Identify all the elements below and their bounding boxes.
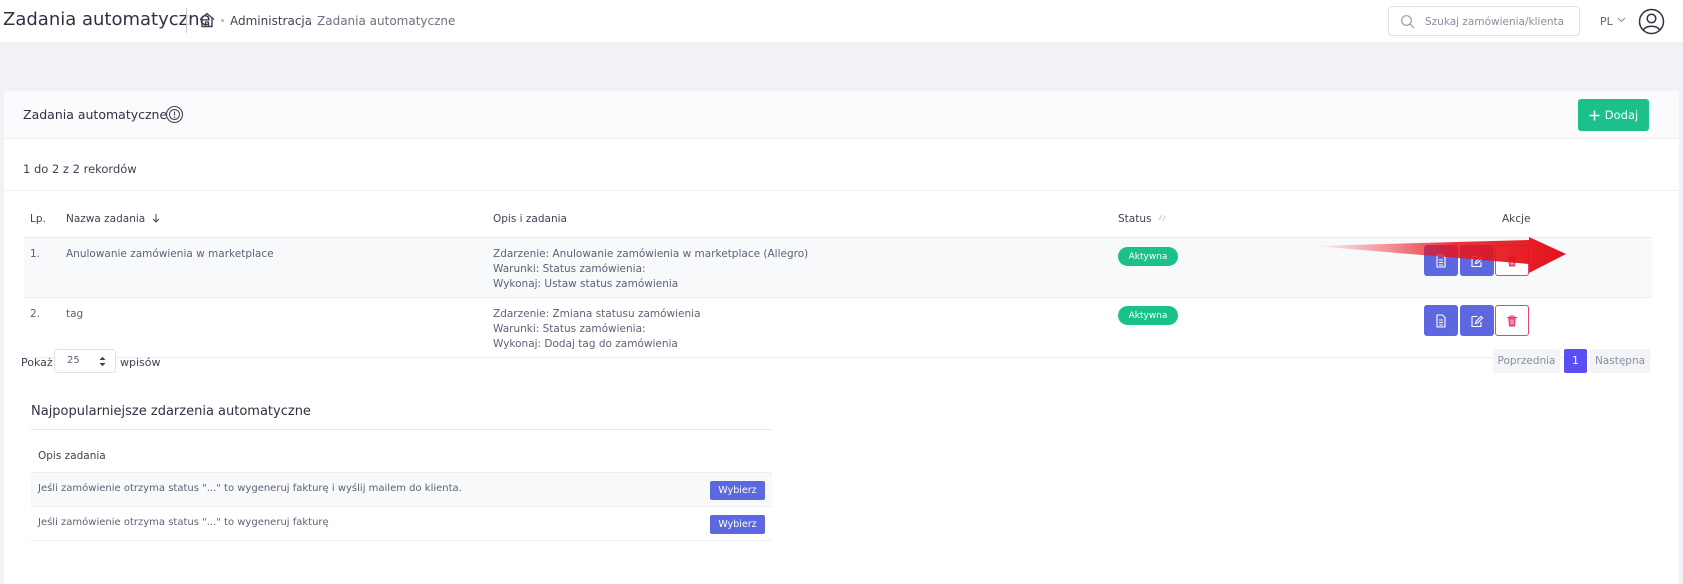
table-row: 2. tag Zdarzenie: Zmiana statusu zamówie… [24, 298, 1652, 358]
choose-button[interactable]: Wybierz [710, 481, 765, 500]
plus-icon [1589, 110, 1600, 120]
add-task-button[interactable]: Dodaj [1578, 99, 1649, 131]
popular-events-title: Najpopularniejsze zdarzenia automatyczne [31, 404, 311, 419]
delete-button[interactable] [1495, 305, 1529, 336]
task-description: Zdarzenie: Zmiana statusu zamówienia War… [493, 307, 701, 352]
pagination-next[interactable]: Następna [1590, 349, 1650, 373]
home-icon[interactable] [198, 11, 216, 29]
status-badge: Aktywna [1118, 306, 1178, 325]
page-size-select[interactable]: 25 [54, 349, 116, 373]
task-conditions: Warunki: Status zamówienia: [493, 263, 646, 275]
column-header-status[interactable]: Status [1118, 213, 1167, 225]
pagination-previous[interactable]: Poprzednia [1493, 349, 1560, 373]
breadcrumb-administracja[interactable]: Administracja [230, 14, 312, 28]
breadcrumb-current: Zadania automatyczne [317, 14, 456, 28]
page-size-suffix: wpisów [120, 356, 161, 369]
automatic-tasks-card: Zadania automatyczne Dodaj 1 do 2 z 2 re… [4, 91, 1679, 584]
breadcrumb-separator [308, 19, 311, 22]
task-action: Wykonaj: Ustaw status zamówienia [493, 278, 679, 290]
row-number: 1. [30, 248, 41, 260]
column-header-lp: Lp. [30, 213, 46, 225]
popular-event-description: Jeśli zamówienie otrzyma status "..." to… [38, 517, 329, 528]
search-icon [1401, 15, 1415, 29]
column-header-status-label: Status [1118, 213, 1152, 225]
column-header-actions: Akcje [1502, 213, 1531, 225]
task-event: Zdarzenie: Anulowanie zamówienia w marke… [493, 248, 809, 260]
popular-event-row: Jeśli zamówienie otrzyma status "..." to… [31, 473, 772, 507]
edit-icon [1471, 315, 1484, 327]
edit-button[interactable] [1460, 305, 1494, 336]
select-updown-icon [99, 356, 106, 367]
row-number: 2. [30, 308, 41, 320]
view-details-button[interactable] [1424, 305, 1458, 336]
task-name: tag [66, 308, 84, 320]
status-badge: Aktywna [1118, 247, 1178, 266]
pagination-page-1[interactable]: 1 [1564, 349, 1587, 373]
add-button-label: Dodaj [1604, 108, 1639, 122]
popular-event-description: Jeśli zamówienie otrzyma status "..." to… [38, 483, 462, 494]
sort-both-icon[interactable] [1157, 213, 1167, 223]
annotation-arrow [1314, 237, 1566, 273]
search-input[interactable] [1425, 13, 1575, 30]
page-size-value: 25 [67, 355, 80, 366]
records-info: 1 do 2 z 2 rekordów [23, 162, 137, 176]
column-header-name-label: Nazwa zadania [66, 213, 146, 225]
task-action: Wykonaj: Dodaj tag do zamówienia [493, 338, 678, 350]
sort-arrow-down-icon[interactable] [152, 213, 160, 223]
trash-icon [1507, 314, 1517, 326]
choose-button[interactable]: Wybierz [710, 515, 765, 534]
document-icon [1436, 313, 1446, 328]
top-bar: Zadania automatyczne Administracja Zadan… [0, 0, 1683, 42]
divider [31, 429, 772, 430]
help-circle-icon[interactable] [165, 105, 184, 124]
column-header-description: Opis i zadania [493, 213, 567, 225]
card-header: Zadania automatyczne Dodaj [4, 91, 1679, 139]
title-divider [186, 8, 187, 33]
page-size-label: Pokaż [21, 356, 53, 369]
task-event: Zdarzenie: Zmiana statusu zamówienia [493, 308, 701, 320]
user-circle-icon[interactable] [1638, 8, 1665, 35]
chevron-down-icon[interactable] [1617, 15, 1626, 24]
language-selector[interactable]: PL [1600, 15, 1613, 28]
divider [4, 190, 1679, 191]
popular-event-row: Jeśli zamówienie otrzyma status "..." to… [31, 507, 772, 541]
card-title: Zadania automatyczne [23, 107, 168, 122]
task-name: Anulowanie zamówienia w marketplace [66, 248, 274, 260]
task-conditions: Warunki: Status zamówienia: [493, 323, 646, 335]
popular-column-header: Opis zadania [38, 450, 106, 462]
column-header-name[interactable]: Nazwa zadania [66, 213, 160, 225]
task-description: Zdarzenie: Anulowanie zamówienia w marke… [493, 247, 808, 292]
search-box[interactable] [1388, 6, 1580, 36]
app-title: Zadania automatyczne [3, 9, 211, 30]
breadcrumb-separator [221, 19, 224, 22]
